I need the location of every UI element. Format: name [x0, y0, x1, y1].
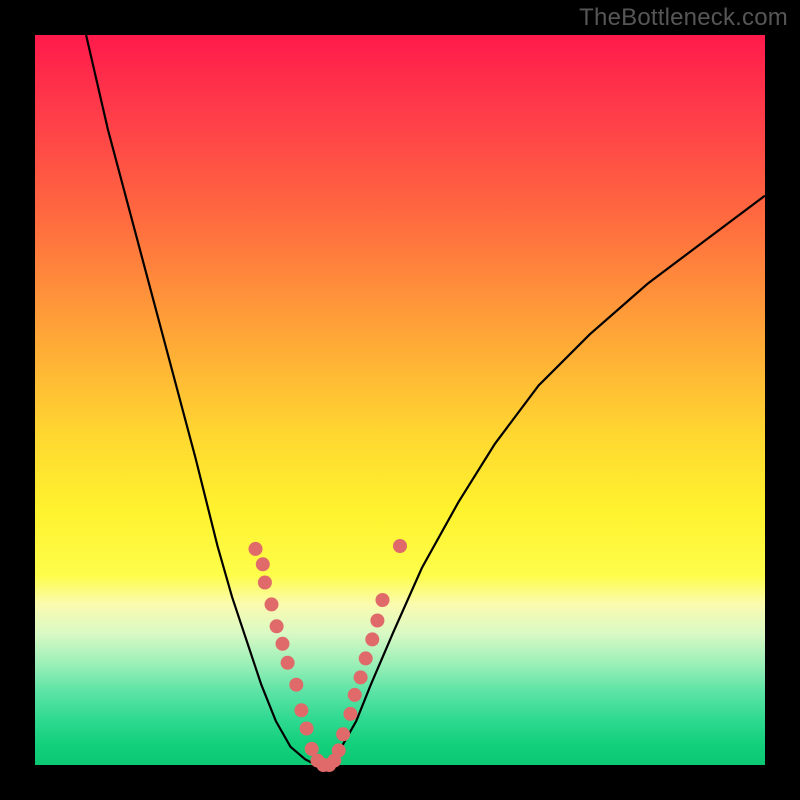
highlight-point — [294, 703, 308, 717]
highlight-point — [300, 722, 314, 736]
highlight-point — [270, 619, 284, 633]
highlight-point — [354, 670, 368, 684]
highlight-point — [332, 743, 346, 757]
highlight-point — [258, 576, 272, 590]
highlight-point — [249, 542, 263, 556]
highlight-point — [365, 632, 379, 646]
highlight-point — [289, 678, 303, 692]
highlight-point — [256, 557, 270, 571]
highlight-point — [370, 614, 384, 628]
highlight-point — [376, 593, 390, 607]
highlight-point — [281, 656, 295, 670]
chart-frame: TheBottleneck.com — [0, 0, 800, 800]
highlight-point — [265, 597, 279, 611]
bottleneck-curve — [86, 35, 765, 765]
highlight-point — [276, 637, 290, 651]
highlight-point — [348, 688, 362, 702]
highlight-point — [343, 707, 357, 721]
highlight-point — [359, 651, 373, 665]
highlight-point — [336, 727, 350, 741]
watermark-text: TheBottleneck.com — [579, 4, 788, 32]
chart-svg — [35, 35, 765, 765]
highlight-point — [393, 539, 407, 553]
